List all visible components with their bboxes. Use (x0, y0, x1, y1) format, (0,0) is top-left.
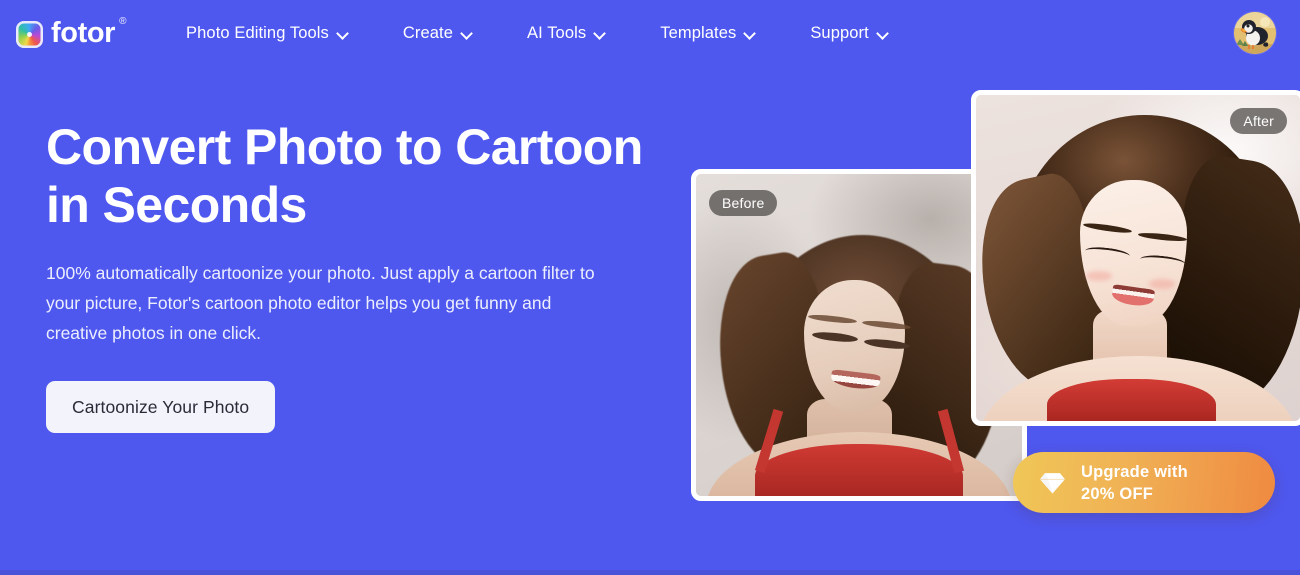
nav-item-support[interactable]: Support (783, 0, 916, 66)
hero-content: Convert Photo to Cartoon in Seconds 100%… (46, 118, 666, 433)
after-red-top (1047, 378, 1216, 421)
brand-logo[interactable]: fotor ® (16, 16, 126, 50)
after-image-card[interactable]: After (971, 90, 1300, 426)
after-cartoon-illustration (976, 95, 1300, 421)
nav-label: AI Tools (527, 23, 587, 42)
page-root: fotor ® Photo Editing Tools Create AI To… (0, 0, 1300, 575)
after-blush-left (1086, 271, 1113, 281)
puffin-bird-avatar-icon (1234, 12, 1276, 54)
status-badge-before: Before (709, 190, 778, 216)
nav-item-create[interactable]: Create (376, 0, 500, 66)
nav-label: Templates (660, 23, 737, 42)
chevron-down-icon (878, 28, 889, 39)
after-blush-right (1149, 279, 1176, 289)
brand-name: fotor ® (51, 16, 126, 50)
chevron-down-icon (745, 28, 756, 39)
page-title: Convert Photo to Cartoon in Seconds (46, 119, 643, 233)
upgrade-button-label: Upgrade with 20% OFF (1081, 462, 1188, 503)
status-badge-after: After (1230, 108, 1287, 134)
main-navigation: Photo Editing Tools Create AI Tools Temp… (159, 0, 916, 66)
nav-item-ai-tools[interactable]: AI Tools (500, 0, 633, 66)
cartoonize-your-photo-button[interactable]: Cartoonize Your Photo (46, 381, 276, 433)
brand-name-text: fotor (51, 17, 116, 49)
chevron-down-icon (338, 28, 349, 39)
before-red-top (754, 444, 964, 496)
nav-label: Photo Editing Tools (186, 23, 329, 42)
hero-subtitle: 100% automatically cartoonize your photo… (46, 263, 595, 343)
avatar[interactable] (1234, 12, 1276, 54)
fotor-color-wheel-icon (16, 21, 43, 48)
after-image (976, 95, 1300, 421)
nav-label: Create (402, 23, 454, 42)
site-header: fotor ® Photo Editing Tools Create AI To… (0, 0, 1300, 66)
diamond-gem-icon (1040, 472, 1065, 493)
nav-item-templates[interactable]: Templates (633, 0, 783, 66)
nav-label: Support (810, 23, 869, 42)
chevron-down-icon (462, 28, 473, 39)
chevron-down-icon (595, 28, 606, 39)
registered-trademark-icon: ® (119, 16, 127, 27)
upgrade-button[interactable]: Upgrade with 20% OFF (1013, 452, 1275, 513)
nav-item-photo-editing-tools[interactable]: Photo Editing Tools (159, 0, 376, 66)
